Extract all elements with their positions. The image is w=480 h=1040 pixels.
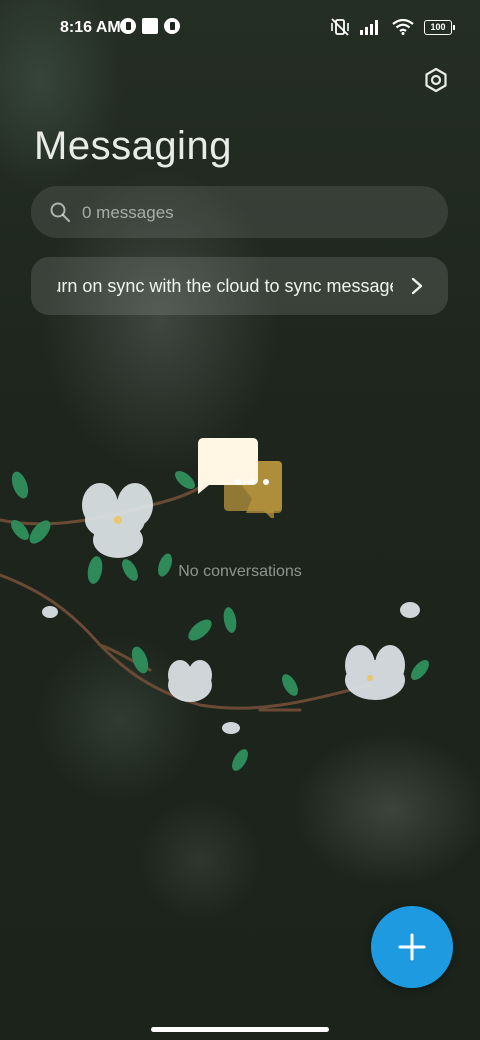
sync-banner-text: Turn on sync with the cloud to sync mess… xyxy=(57,276,393,296)
search-icon xyxy=(50,202,71,223)
search-bar[interactable]: 0 messages xyxy=(31,186,448,238)
search-placeholder: 0 messages xyxy=(82,203,174,222)
status-time: 8:16 AM xyxy=(60,19,121,36)
settings-hex-icon[interactable] xyxy=(422,66,450,94)
status-bar: 8:16 AM 100 xyxy=(0,0,480,56)
page-title: Messaging xyxy=(34,124,232,168)
notification-icon xyxy=(164,18,180,34)
sync-banner[interactable]: Turn on sync with the cloud to sync mess… xyxy=(31,257,448,315)
notification-icon xyxy=(120,18,136,34)
battery-icon: 100 xyxy=(424,19,455,35)
plus-icon xyxy=(398,933,426,961)
vibrate-off-icon xyxy=(331,18,349,36)
wifi-icon xyxy=(392,19,414,35)
new-message-button[interactable] xyxy=(371,906,453,988)
chat-bubbles-icon xyxy=(198,438,282,518)
empty-state-text: No conversations xyxy=(178,563,302,580)
signal-icon xyxy=(360,20,378,35)
gesture-navigation-bar[interactable] xyxy=(151,1027,329,1032)
chevron-right-icon[interactable] xyxy=(408,276,426,296)
square-notification-icon xyxy=(142,18,158,34)
